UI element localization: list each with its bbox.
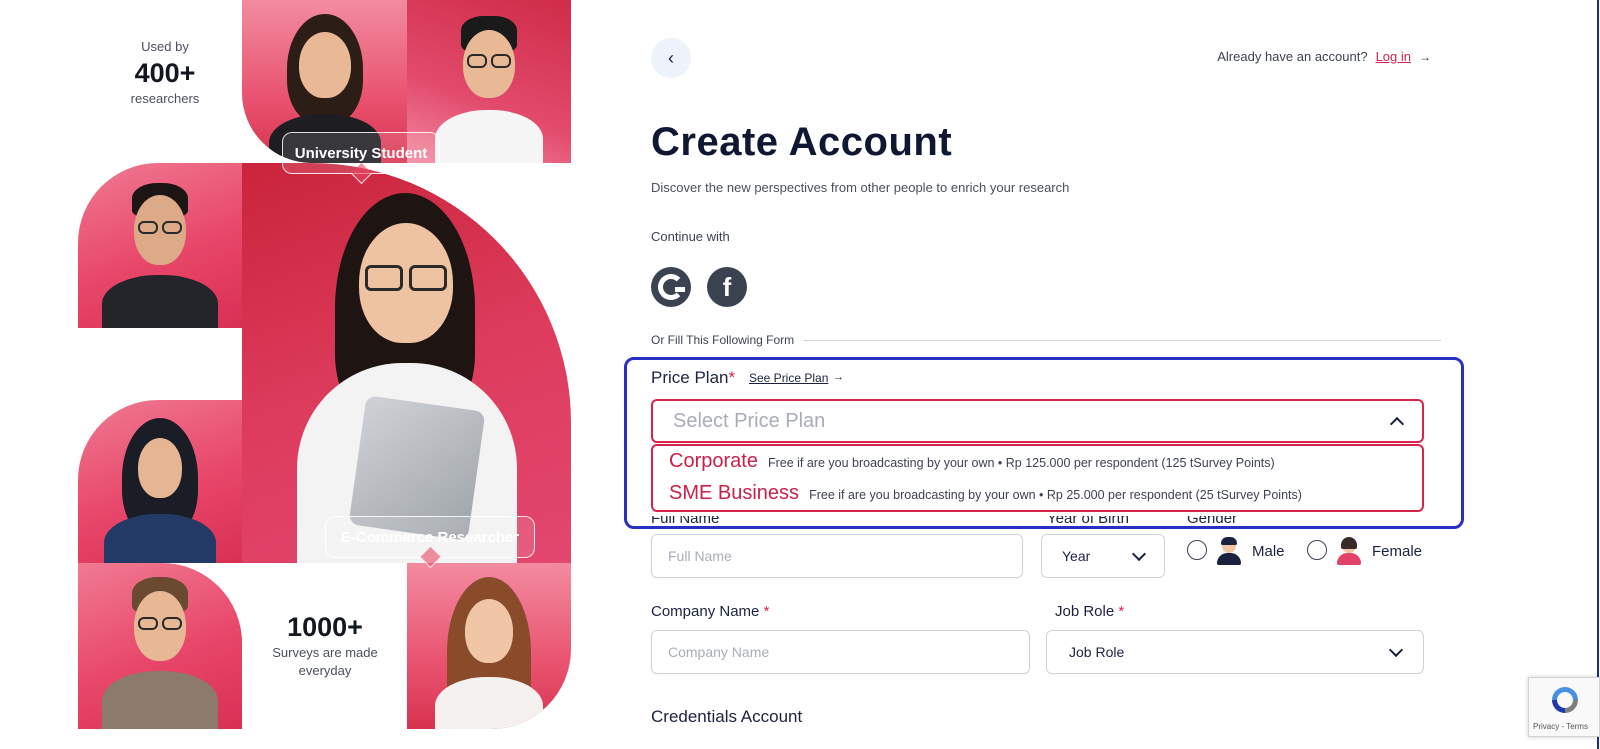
option-description: Free if are you broadcasting by your own…	[809, 488, 1302, 502]
back-button[interactable]: ‹	[651, 38, 691, 78]
facebook-icon: f	[722, 271, 732, 302]
person-photo	[100, 418, 220, 563]
facebook-signin-button[interactable]: f	[707, 267, 747, 307]
price-plan-option-corporate[interactable]: Corporate Free if are you broadcasting b…	[669, 450, 1406, 482]
person-photo	[429, 16, 549, 163]
gender-male-radio[interactable]	[1187, 540, 1207, 560]
option-name: Corporate	[669, 450, 758, 472]
job-role-select[interactable]: Job Role	[1046, 630, 1424, 674]
price-plan-option-sme-business[interactable]: SME Business Free if are you broadcastin…	[669, 482, 1406, 514]
person-photo	[100, 183, 220, 328]
login-link[interactable]: Log in	[1376, 49, 1411, 64]
divider-line	[804, 339, 1441, 341]
photo-tile-man-blazer	[78, 563, 242, 729]
price-plan-placeholder: Select Price Plan	[673, 409, 826, 432]
gender-female-radio[interactable]	[1307, 540, 1327, 560]
surveys-label: Surveys are made	[272, 645, 378, 660]
option-description: Free if are you broadcasting by your own…	[767, 456, 1275, 470]
chevron-down-icon	[1388, 642, 1404, 657]
arrow-right-icon: →	[1419, 49, 1431, 64]
year-select-value: Year	[1062, 548, 1091, 564]
used-by-label: Used by	[141, 39, 189, 54]
page-title: Create Account	[651, 120, 953, 164]
surveys-label-2: everyday	[298, 663, 352, 678]
google-icon	[658, 274, 685, 300]
year-select[interactable]: Year	[1041, 534, 1165, 578]
page-subtitle: Discover the new perspectives from other…	[651, 180, 1070, 195]
bubble-university-student: University Student	[282, 132, 440, 174]
job-role-label: Job Role *	[1055, 603, 1125, 620]
used-by-stat: Used by 400+ researchers	[110, 38, 220, 108]
photo-tile-man-suit	[78, 163, 242, 328]
price-plan-options: Corporate Free if are you broadcasting b…	[651, 444, 1424, 512]
full-name-placeholder: Full Name	[668, 548, 732, 564]
chevron-down-icon	[1131, 546, 1147, 561]
used-by-unit: researchers	[130, 91, 200, 106]
credentials-heading: Credentials Account	[651, 707, 803, 726]
company-name-input[interactable]: Company Name	[651, 630, 1030, 674]
recaptcha-icon	[1552, 687, 1578, 713]
signup-form: ‹ Already have an account? Log in → Crea…	[624, 0, 1464, 749]
price-plan-label: Price Plan*	[651, 368, 736, 387]
login-prompt-row: Already have an account? Log in →	[1217, 49, 1431, 64]
price-plan-select[interactable]: Select Price Plan	[651, 399, 1424, 443]
photo-tile-woman-long-hair	[407, 563, 571, 729]
chevron-up-icon	[1389, 416, 1405, 432]
company-name-placeholder: Company Name	[668, 644, 770, 660]
male-avatar-icon	[1215, 537, 1243, 565]
used-by-count: 400+	[134, 58, 196, 88]
company-name-label: Company Name *	[651, 603, 770, 620]
recaptcha-terms: Privacy - Terms	[1533, 722, 1588, 731]
arrow-right-icon: →	[833, 371, 844, 383]
recaptcha-badge[interactable]: Privacy - Terms	[1528, 677, 1600, 737]
form-divider: Or Fill This Following Form	[651, 333, 1441, 347]
full-name-input[interactable]: Full Name	[651, 534, 1023, 578]
bubble-ecommerce-researcher: E-Commerce Researcher	[325, 516, 535, 558]
job-role-value: Job Role	[1069, 644, 1125, 660]
google-signin-button[interactable]	[651, 267, 691, 307]
surveys-count: 1000+	[287, 612, 363, 642]
continue-with-label: Continue with	[651, 229, 730, 244]
hero-collage: Used by 400+ researchers 1000+ Surveys a…	[0, 0, 600, 749]
gender-male-label: Male	[1252, 543, 1285, 560]
person-photo	[287, 193, 527, 563]
photo-tile-student-main	[242, 163, 571, 563]
photo-tile-woman-hijab	[78, 400, 242, 563]
divider-text: Or Fill This Following Form	[651, 333, 795, 347]
option-name: SME Business	[669, 482, 800, 504]
see-price-plan-link[interactable]: See Price Plan	[749, 371, 828, 385]
person-photo	[429, 577, 549, 729]
female-avatar-icon	[1335, 537, 1363, 565]
surveys-stat: 1000+ Surveys are made everyday	[250, 610, 400, 680]
chevron-left-icon: ‹	[668, 47, 674, 68]
person-photo	[100, 577, 220, 729]
scrollbar-edge	[1597, 0, 1599, 749]
login-prompt-text: Already have an account?	[1217, 49, 1368, 64]
gender-female-label: Female	[1372, 543, 1423, 560]
